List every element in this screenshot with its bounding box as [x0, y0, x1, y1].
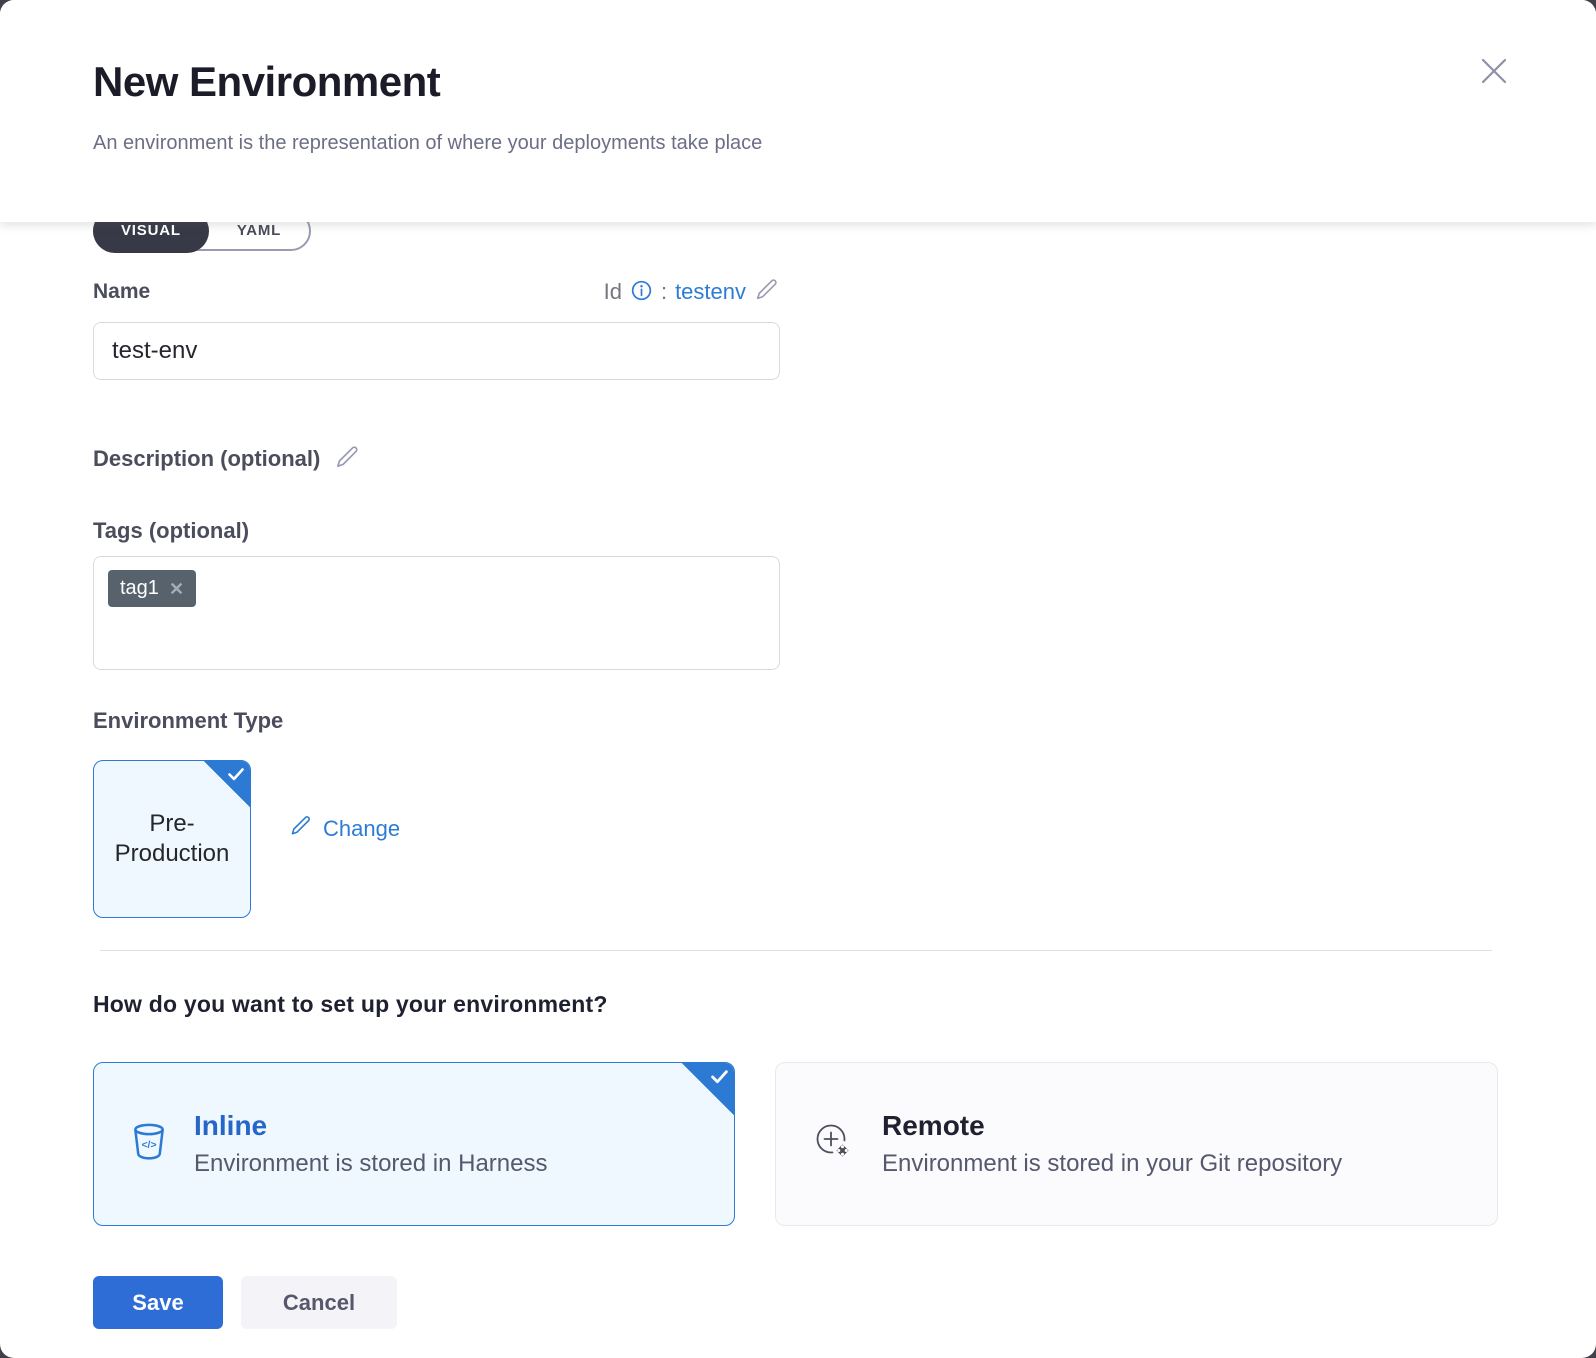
setup-options: </> Inline Environment is stored in Harn…: [93, 1062, 1596, 1226]
dialog-body: VISUAL YAML Name Id : testenv: [0, 222, 1596, 1358]
tag-chip-text: tag1: [120, 577, 159, 600]
pre-production-card[interactable]: Pre-Production: [93, 760, 251, 918]
description-label: Description (optional): [93, 446, 320, 472]
selected-check-badge: [682, 1063, 734, 1115]
change-environment-type-button[interactable]: Change: [289, 814, 400, 844]
edit-description-button[interactable]: [334, 444, 361, 474]
cancel-button[interactable]: Cancel: [241, 1276, 397, 1329]
change-label: Change: [323, 816, 400, 842]
save-button[interactable]: Save: [93, 1276, 223, 1329]
svg-text:</>: </>: [141, 1140, 156, 1151]
remote-option-text: Remote Environment is stored in your Git…: [882, 1110, 1342, 1178]
remote-git-icon: [812, 1120, 856, 1169]
page-title: New Environment: [93, 58, 1516, 106]
id-row: Id : testenv: [604, 277, 780, 306]
remote-option-description: Environment is stored in your Git reposi…: [882, 1150, 1342, 1178]
inline-option-card[interactable]: </> Inline Environment is stored in Harn…: [93, 1062, 735, 1226]
setup-question: How do you want to set up your environme…: [93, 991, 1596, 1018]
pencil-icon: [334, 444, 361, 474]
tag-chip: tag1 ✕: [108, 570, 196, 607]
description-row: Description (optional): [93, 444, 1596, 474]
dialog-header: New Environment An environment is the re…: [0, 0, 1596, 222]
new-environment-dialog: New Environment An environment is the re…: [0, 0, 1596, 1358]
id-label: Id: [604, 279, 622, 305]
name-label: Name: [93, 280, 150, 304]
environment-type-row: Pre-Production Change: [93, 760, 1596, 918]
remote-option-card[interactable]: Remote Environment is stored in your Git…: [775, 1062, 1498, 1226]
id-info-button[interactable]: [630, 279, 653, 305]
tags-input[interactable]: tag1 ✕: [93, 556, 780, 670]
pencil-icon: [754, 277, 780, 306]
edit-id-button[interactable]: [754, 277, 780, 306]
close-icon: [1477, 54, 1511, 91]
remote-option-title: Remote: [882, 1110, 1342, 1142]
inline-store-icon: </>: [130, 1122, 168, 1167]
id-separator: :: [661, 279, 667, 305]
info-icon: [630, 279, 653, 305]
section-divider: [100, 950, 1492, 951]
selected-check-badge: [204, 761, 250, 807]
pencil-icon: [289, 814, 313, 844]
tags-label: Tags (optional): [93, 518, 1596, 544]
name-row: Name Id : testenv: [93, 277, 780, 306]
close-button[interactable]: [1474, 52, 1514, 92]
check-icon: [228, 768, 244, 781]
tag-remove-button[interactable]: ✕: [169, 580, 184, 598]
name-input[interactable]: [93, 322, 780, 380]
id-value[interactable]: testenv: [675, 279, 746, 305]
dialog-actions: Save Cancel: [93, 1276, 1596, 1358]
inline-option-description: Environment is stored in Harness: [194, 1150, 547, 1178]
inline-option-text: Inline Environment is stored in Harness: [194, 1110, 547, 1178]
environment-type-label: Environment Type: [93, 708, 1596, 734]
check-icon: [711, 1070, 728, 1084]
pre-production-label: Pre-Production: [114, 809, 230, 869]
inline-option-title: Inline: [194, 1110, 547, 1142]
page-subtitle: An environment is the representation of …: [93, 132, 1516, 155]
